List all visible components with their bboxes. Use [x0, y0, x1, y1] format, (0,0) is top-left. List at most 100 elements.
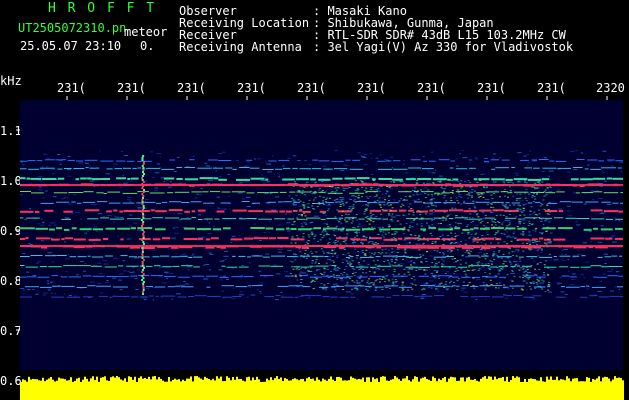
level-bar	[238, 379, 240, 400]
level-bar	[454, 377, 456, 400]
level-bar	[306, 378, 308, 400]
level-bar	[508, 381, 510, 400]
level-bar	[354, 378, 356, 400]
level-bar	[598, 376, 600, 400]
level-bar	[144, 377, 146, 400]
level-bar	[290, 380, 292, 400]
level-bar	[258, 379, 260, 400]
level-bar	[96, 376, 98, 400]
level-bar	[92, 376, 94, 400]
level-bar	[198, 377, 200, 400]
level-bar	[572, 378, 574, 400]
level-bar	[374, 379, 376, 400]
level-bar	[346, 380, 348, 400]
level-bar	[20, 381, 22, 400]
level-bar	[116, 376, 118, 400]
level-bar	[48, 378, 50, 400]
level-bar	[106, 380, 108, 400]
level-bar	[620, 378, 622, 400]
level-bar	[26, 381, 28, 400]
level-bar	[610, 381, 612, 400]
level-bar	[366, 377, 368, 400]
level-bar	[132, 379, 134, 400]
level-bar	[138, 378, 140, 400]
level-bar	[300, 379, 302, 400]
level-bar	[490, 376, 492, 400]
level-bar	[530, 378, 532, 400]
level-bar	[136, 381, 138, 400]
level-bar	[520, 381, 522, 400]
level-bar	[294, 378, 296, 400]
level-bar	[434, 378, 436, 400]
level-bar	[566, 376, 568, 400]
level-bar	[514, 377, 516, 400]
level-bar	[150, 379, 152, 400]
level-bar	[316, 377, 318, 400]
level-bar	[424, 376, 426, 400]
level-bar	[558, 380, 560, 400]
level-bar	[236, 376, 238, 400]
level-bar	[594, 379, 596, 400]
level-bar	[122, 380, 124, 400]
level-bar	[390, 379, 392, 400]
level-bar	[538, 380, 540, 400]
level-bar	[22, 379, 24, 400]
level-bar	[66, 380, 68, 400]
level-bar	[298, 380, 300, 400]
level-bar	[194, 376, 196, 400]
level-bar	[476, 380, 478, 400]
level-bar	[156, 379, 158, 400]
level-bar	[438, 378, 440, 400]
level-bar	[504, 381, 506, 400]
level-bar	[322, 378, 324, 400]
level-bar	[250, 380, 252, 400]
level-bar	[162, 380, 164, 400]
level-bar	[336, 376, 338, 400]
level-bar	[212, 378, 214, 400]
level-bar	[302, 378, 304, 400]
level-bar	[446, 381, 448, 400]
level-bar	[548, 379, 550, 400]
level-bar	[432, 376, 434, 400]
level-bar	[28, 376, 30, 400]
level-bar	[372, 377, 374, 400]
level-bar	[60, 378, 62, 400]
level-bar	[108, 380, 110, 400]
level-bar	[128, 376, 130, 400]
level-bar	[134, 376, 136, 400]
level-bar	[440, 379, 442, 400]
level-bar	[84, 376, 86, 400]
level-bar	[282, 380, 284, 400]
level-bar	[492, 379, 494, 400]
level-bar	[312, 378, 314, 400]
level-bar	[582, 381, 584, 400]
level-bar	[470, 379, 472, 400]
level-bar	[414, 376, 416, 400]
level-bar	[256, 376, 258, 400]
level-bar	[606, 377, 608, 400]
level-bar	[52, 379, 54, 400]
level-bar	[622, 380, 624, 400]
level-bar	[78, 377, 80, 400]
level-bar	[332, 379, 334, 400]
level-bar	[124, 378, 126, 400]
level-bar	[166, 381, 168, 400]
level-bar	[288, 380, 290, 400]
level-bar	[170, 381, 172, 400]
level-bar	[196, 376, 198, 400]
level-bar	[612, 379, 614, 400]
level-bar	[560, 379, 562, 400]
level-bar	[94, 380, 96, 400]
level-bar	[350, 376, 352, 400]
level-bar	[544, 381, 546, 400]
level-bar	[262, 381, 264, 400]
level-bar	[436, 381, 438, 400]
level-bar	[174, 378, 176, 400]
level-bar	[158, 377, 160, 400]
level-bar	[24, 380, 26, 400]
level-bar	[168, 377, 170, 400]
level-bar	[120, 379, 122, 400]
level-bar	[370, 381, 372, 400]
level-bar	[416, 377, 418, 400]
level-bar	[244, 381, 246, 400]
